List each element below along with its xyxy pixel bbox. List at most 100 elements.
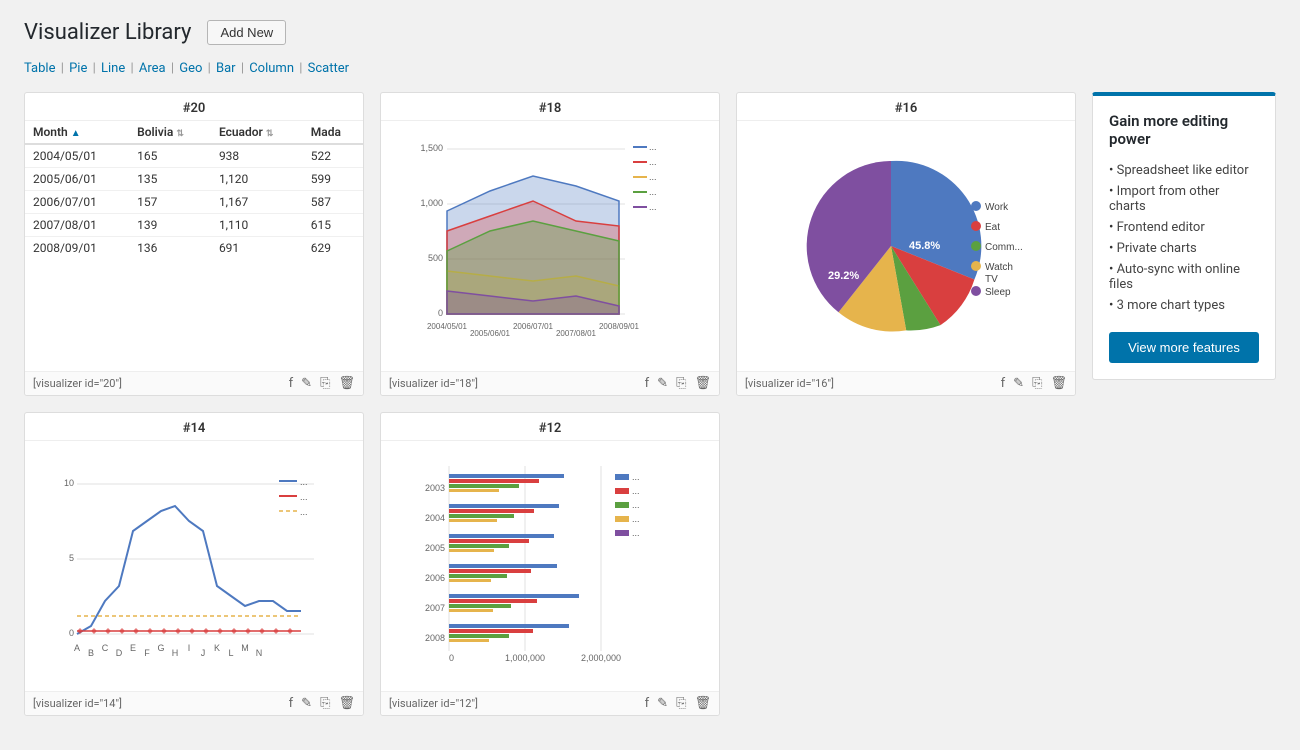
col-month[interactable]: Month ▲: [25, 121, 129, 144]
filter-nav-column[interactable]: Column: [249, 61, 294, 76]
chart-body-18: 1,500 1,000 500 0: [381, 121, 719, 371]
svg-text:...: ...: [632, 528, 640, 538]
chart-icon-delete-20[interactable]: 🗑: [338, 376, 355, 391]
chart-icon-edit-18[interactable]: ✎: [657, 376, 668, 391]
promo-feature-item: Frontend editor: [1109, 217, 1259, 238]
svg-text:M: M: [241, 643, 249, 653]
svg-text:C: C: [102, 643, 109, 653]
svg-text:...: ...: [300, 507, 308, 517]
filter-nav-bar[interactable]: Bar: [216, 61, 236, 76]
col-ecuador[interactable]: Ecuador ⇅: [211, 121, 303, 144]
chart-icon-delete-16[interactable]: 🗑: [1050, 376, 1067, 391]
chart-table-20: Month ▲ Bolivia ⇅ Ecuador ⇅ Mada 2004/05…: [25, 121, 363, 259]
chart-icon-facebook-14[interactable]: f: [289, 696, 294, 711]
promo-feature-item: Import from other charts: [1109, 181, 1259, 217]
promo-features-list: Spreadsheet like editorImport from other…: [1109, 160, 1259, 316]
col-bolivia[interactable]: Bolivia ⇅: [129, 121, 211, 144]
chart-footer-16: [visualizer id="16"] f ✎ ⎘ 🗑: [737, 371, 1075, 395]
svg-text:N: N: [256, 648, 263, 658]
svg-text:0: 0: [69, 628, 74, 638]
view-more-button[interactable]: View more features: [1109, 332, 1259, 363]
promo-feature-item: 3 more chart types: [1109, 295, 1259, 316]
svg-text:TV: TV: [985, 274, 998, 285]
svg-text:...: ...: [632, 472, 640, 482]
svg-text:...: ...: [300, 477, 308, 487]
svg-text:K: K: [214, 643, 220, 653]
charts-grid: #20 Month ▲ Bolivia ⇅ Ecuador ⇅ Mada 200…: [24, 92, 1276, 716]
chart-footer-icons-12: f ✎ ⎘ 🗑: [645, 696, 711, 711]
svg-text:1,000,000: 1,000,000: [505, 653, 545, 663]
svg-text:...: ...: [649, 202, 657, 212]
chart-icon-facebook-18[interactable]: f: [645, 376, 650, 391]
bar-chart-svg: 2003 2004 2005 2006 2007 2008 0 1,000,00…: [405, 456, 695, 676]
chart-icon-facebook-16[interactable]: f: [1001, 376, 1006, 391]
chart-icon-delete-12[interactable]: 🗑: [694, 696, 711, 711]
add-new-button[interactable]: Add New: [207, 20, 286, 45]
svg-text:...: ...: [300, 492, 308, 502]
chart-body-12: 2003 2004 2005 2006 2007 2008 0 1,000,00…: [381, 441, 719, 691]
svg-text:...: ...: [632, 500, 640, 510]
filter-separator: |: [238, 61, 248, 76]
chart-icon-delete-18[interactable]: 🗑: [694, 376, 711, 391]
svg-text:J: J: [201, 648, 206, 658]
chart-footer-icons-18: f ✎ ⎘ 🗑: [645, 376, 711, 391]
chart-icon-copy-16[interactable]: ⎘: [1032, 376, 1042, 391]
svg-text:2006/07/01: 2006/07/01: [513, 322, 554, 331]
svg-text:2003: 2003: [425, 483, 445, 493]
svg-text:2007/08/01: 2007/08/01: [556, 329, 597, 338]
svg-text:I: I: [188, 643, 191, 653]
svg-text:Sleep: Sleep: [985, 287, 1011, 298]
chart-footer-icons-20: f ✎ ⎘ 🗑: [289, 376, 355, 391]
svg-text:0: 0: [449, 653, 454, 663]
svg-text:D: D: [116, 648, 123, 658]
chart-icon-facebook-20[interactable]: f: [289, 376, 294, 391]
chart-icon-copy-20[interactable]: ⎘: [320, 376, 330, 391]
filter-nav-pie[interactable]: Pie: [69, 61, 87, 76]
table-row: 2004/05/01165938522: [25, 144, 363, 168]
chart-body-14: 10 5 0: [25, 441, 363, 691]
chart-icon-edit-16[interactable]: ✎: [1013, 376, 1024, 391]
chart-icon-edit-12[interactable]: ✎: [657, 696, 668, 711]
chart-footer-icons-14: f ✎ ⎘ 🗑: [289, 696, 355, 711]
svg-text:...: ...: [649, 142, 657, 152]
promo-feature-item: Spreadsheet like editor: [1109, 160, 1259, 181]
chart-icon-edit-20[interactable]: ✎: [301, 376, 312, 391]
chart-footer-18: [visualizer id="18"] f ✎ ⎘ 🗑: [381, 371, 719, 395]
line-chart-svg: 10 5 0: [49, 456, 339, 676]
chart-icon-copy-14[interactable]: ⎘: [320, 696, 330, 711]
filter-separator: |: [204, 61, 214, 76]
svg-text:...: ...: [649, 187, 657, 197]
filter-nav-scatter[interactable]: Scatter: [308, 61, 349, 76]
chart-title-20: #20: [25, 93, 363, 121]
svg-text:29.2%: 29.2%: [828, 270, 859, 282]
svg-text:0: 0: [438, 308, 443, 318]
filter-nav-table[interactable]: Table: [24, 61, 55, 76]
chart-icon-copy-12[interactable]: ⎘: [676, 696, 686, 711]
area-chart-svg: 1,500 1,000 500 0: [415, 131, 685, 361]
table-row: 2006/07/011571,167587: [25, 191, 363, 214]
svg-text:Eat: Eat: [985, 222, 1000, 233]
filter-separator: |: [296, 61, 306, 76]
promo-card: Gain more editing power Spreadsheet like…: [1092, 92, 1276, 380]
svg-text:2004/05/01: 2004/05/01: [427, 322, 468, 331]
svg-text:2008/09/01: 2008/09/01: [599, 322, 640, 331]
chart-card-12: #12 2003 2004 2005 2006 2007 2008 0 1,00…: [380, 412, 720, 716]
filter-nav-line[interactable]: Line: [101, 61, 125, 76]
chart-icon-delete-14[interactable]: 🗑: [338, 696, 355, 711]
svg-text:10: 10: [64, 478, 74, 488]
chart-title-14: #14: [25, 413, 363, 441]
filter-nav-area[interactable]: Area: [139, 61, 166, 76]
chart-icon-copy-18[interactable]: ⎘: [676, 376, 686, 391]
table-row: 2007/08/011391,110615: [25, 214, 363, 237]
svg-text:1,500: 1,500: [420, 143, 443, 153]
chart-card-20: #20 Month ▲ Bolivia ⇅ Ecuador ⇅ Mada 200…: [24, 92, 364, 396]
col-mada[interactable]: Mada: [303, 121, 363, 144]
chart-title-12: #12: [381, 413, 719, 441]
chart-icon-facebook-12[interactable]: f: [645, 696, 650, 711]
filter-nav-geo[interactable]: Geo: [179, 61, 202, 76]
svg-text:2007: 2007: [425, 603, 445, 613]
chart-icon-edit-14[interactable]: ✎: [301, 696, 312, 711]
chart-title-16: #16: [737, 93, 1075, 121]
promo-feature-item: Private charts: [1109, 238, 1259, 259]
svg-text:B: B: [88, 648, 94, 658]
